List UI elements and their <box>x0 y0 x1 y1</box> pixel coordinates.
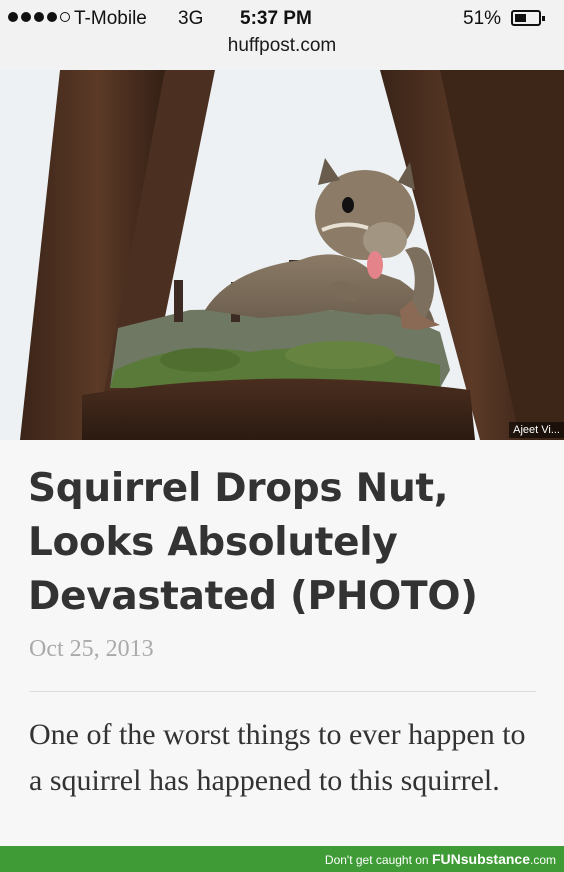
watermark-text: Don't get caught on FUNsubstance.com <box>325 851 556 867</box>
article-content: Squirrel Drops Nut, Looks Absolutely Dev… <box>0 440 564 846</box>
watermark-footer: Don't get caught on FUNsubstance.com <box>0 846 564 872</box>
clock: 5:37 PM <box>240 8 312 29</box>
battery-icon <box>511 10 545 26</box>
browser-top-bar: T-Mobile 3G 5:37 PM 51% huffpost.com <box>0 0 564 71</box>
article-headline: Squirrel Drops Nut, Looks Absolutely Dev… <box>28 466 478 619</box>
photo-credit: Ajeet Vi... <box>509 422 564 438</box>
address-bar-url[interactable]: huffpost.com <box>0 35 564 57</box>
watermark-brand-rest: substance <box>460 851 530 867</box>
article-photo: Ajeet Vi... <box>0 70 564 440</box>
divider <box>29 691 536 692</box>
watermark-prefix: Don't get caught on <box>324 853 432 867</box>
carrier-name: T-Mobile <box>74 8 147 29</box>
battery-fill <box>515 14 526 22</box>
watermark-brand-fun: FUN <box>431 851 461 867</box>
battery-percent: 51% <box>463 8 502 29</box>
status-bar: T-Mobile 3G 5:37 PM 51% <box>0 6 564 32</box>
signal-strength-icon <box>8 12 70 22</box>
network-type: 3G <box>178 8 204 29</box>
squirrel-photo-illustration <box>0 70 564 440</box>
watermark-suffix: .com <box>529 853 556 867</box>
article-date: Oct 25, 2013 <box>29 636 154 662</box>
article-lede: One of the worst things to ever happen t… <box>29 718 526 797</box>
